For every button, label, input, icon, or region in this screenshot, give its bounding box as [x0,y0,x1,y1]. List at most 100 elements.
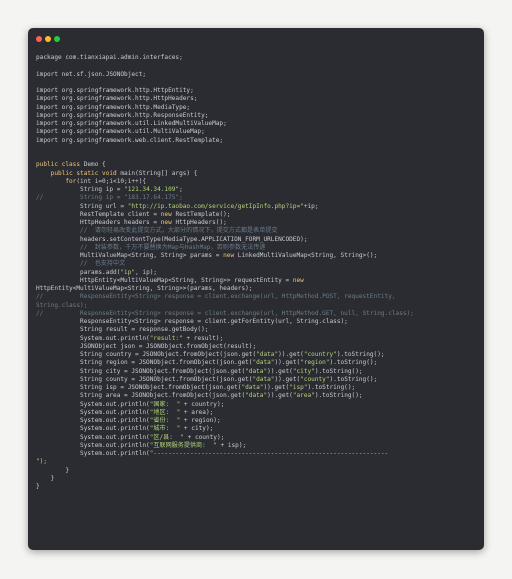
code-token: "data" [245,367,268,375]
code-line: for(int i=0;i<10;i++){ [36,178,478,186]
code-line: String.class); [36,302,478,310]
code-line: public class Demo { [36,161,478,169]
code-token: import org.springframework.http.MediaTyp… [36,103,191,111]
code-token: System.out.println( [36,433,150,441]
code-token: + city); [180,425,214,433]
code-token: import net.sf.json.JSONObject; [36,70,147,78]
code-token: "isp" [289,384,308,391]
code-token: ).toString(); [329,359,378,367]
code-token: "data" [256,351,279,358]
code-token: ).toString(); [336,351,385,358]
code-token: String.class); [36,301,88,309]
code-token: String area = JSONObject.fromObject(json… [36,392,246,400]
code-line: HttpHeaders headers = new HttpHeaders(); [36,219,478,227]
code-line: public static void main(String[] args) { [36,170,478,178]
code-token: System.out.println( [36,334,150,342]
code-line: System.out.println("国家: " + country); [36,401,478,409]
code-token: "result:" [149,334,183,342]
code-line: String isp = JSONObject.fromObject(json.… [36,384,478,392]
code-token: RestTemplate client = [36,210,161,218]
code-line: // 也支持中文 [36,260,478,268]
code-token: String country = JSONObject.fromObject(j… [36,351,257,358]
code-line: String country = JSONObject.fromObject(j… [36,351,478,359]
code-token: )).get( [267,367,293,375]
code-token: "region" [300,359,330,367]
code-token: import org.springframework.http.HttpEnti… [36,87,194,94]
code-line: JSONObject json = JSONObject.fromObject(… [36,343,478,351]
code-token: String result = response.getBody(); [36,326,209,334]
code-token: String city = JSONObject.fromObject(json… [36,367,246,375]
code-token: )).get( [263,384,290,391]
code-token: + result); [182,334,224,342]
code-line: params.add("ip", ip); [36,269,478,277]
code-line: import org.springframework.util.LinkedMu… [36,120,478,128]
code-token: package com.tianxiapai.admin.interfaces; [36,54,183,61]
code-token: "country" [303,351,337,358]
code-token: // 也支持中文 [36,260,126,268]
minimize-window-button[interactable] [45,36,51,42]
code-token: "互联网服务提供商: " [149,441,217,449]
code-line: System.out.println("result:" + result); [36,335,478,343]
code-token: + region); [180,417,221,424]
code-token: HttpEntity<MultiValueMap<String, String>… [36,285,253,292]
code-token: "area" [292,392,315,400]
code-token: new [160,219,176,226]
code-line: import org.springframework.http.HttpEnti… [36,87,478,95]
code-token: + country); [180,400,225,408]
code-line: } [36,475,478,483]
code-token: )).get( [274,359,301,367]
code-line: headers.setContentType(MediaType.APPLICA… [36,236,478,244]
code-token: Demo { [83,161,106,169]
code-line: HttpEntity<MultiValueMap<String, String>… [36,277,478,285]
code-token: MultiValueMap<String, String> params = [36,252,224,259]
code-token: } [36,474,55,482]
code-line: import net.sf.json.JSONObject; [36,71,478,79]
code-line: System.out.println("城市: " + city); [36,425,478,433]
code-token: LinkedMultiValueMap<String, String>(); [237,252,378,259]
code-line: System.out.println("地区: " + area); [36,409,478,417]
code-token: new [292,276,304,284]
code-token: new [160,210,176,218]
close-window-button[interactable] [36,36,42,42]
code-token: import org.springframework.util.MultiVal… [36,128,205,136]
code-token: System.out.println( [36,408,150,416]
code-line: } [36,483,478,491]
code-token: String ip = [36,186,125,193]
code-line: String url = "http://ip.taobao.com/servi… [36,203,478,211]
code-line: } [36,467,478,475]
code-token: String isp = JSONObject.fromObject(json.… [36,384,242,391]
code-token: "区/县: " [149,433,184,441]
code-token: +ip; [303,202,319,210]
code-token: "121.34.34.109" [124,186,180,193]
code-token: System.out.println( [36,441,150,449]
code-token: System.out.println( [36,400,150,408]
code-token: String county = JSONObject.fromObject(js… [36,375,253,383]
code-token: ResponseEntity<String> response = client… [36,318,348,325]
code-token: // 请勿轻易改变此提交方式，大部分的情况下，提交方式都是表单提交 [36,227,278,235]
code-editor[interactable]: package com.tianxiapai.admin.interfaces;… [36,54,478,491]
code-token: headers.setContentType(MediaType.APPLICA… [36,235,308,243]
code-token: "data" [252,375,275,383]
code-line: System.out.println("--------------------… [36,450,478,458]
maximize-window-button[interactable] [54,36,60,42]
code-line: String county = JSONObject.fromObject(js… [36,376,478,384]
code-token: String region = JSONObject.fromObject(js… [36,359,253,367]
code-token: ).toString(); [314,392,363,400]
code-line: String area = JSONObject.fromObject(json… [36,392,478,400]
code-token: "ip" [120,268,136,276]
code-line: // 请勿轻易改变此提交方式，大部分的情况下，提交方式都是表单提交 [36,227,478,235]
code-line: System.out.println("省份: " + region); [36,417,478,425]
code-line: ResponseEntity<String> response = client… [36,318,478,326]
code-token: HttpHeaders headers = [36,219,161,226]
code-token: for [36,177,77,185]
code-line: "); [36,458,478,466]
code-token: new [223,252,238,259]
code-line: // ResponseEntity<String> response = cli… [36,293,478,301]
code-token: import org.springframework.util.LinkedMu… [36,120,227,127]
code-token: System.out.println( [36,417,150,424]
code-token: )).get( [274,375,301,383]
code-token: ; [179,186,183,193]
code-line: import org.springframework.http.MediaTyp… [36,104,478,112]
